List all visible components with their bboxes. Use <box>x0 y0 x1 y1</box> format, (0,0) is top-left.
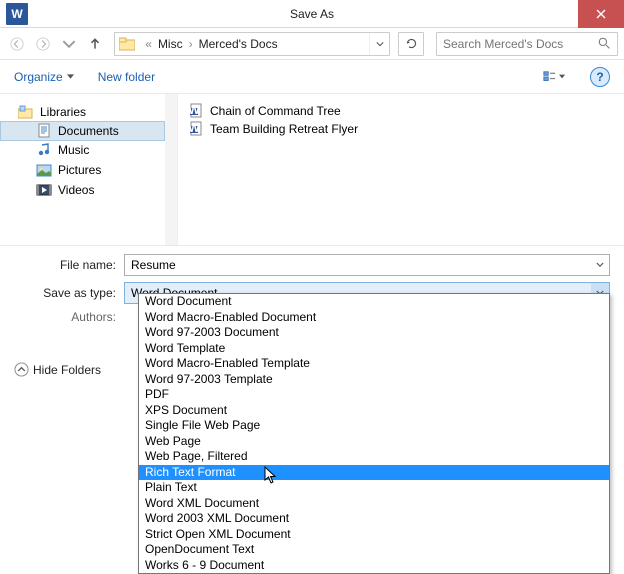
save-type-option[interactable]: Word Template <box>139 341 609 357</box>
pictures-icon <box>36 162 52 178</box>
back-button[interactable] <box>6 32 28 56</box>
save-type-option[interactable]: Word 97-2003 Document <box>139 325 609 341</box>
save-type-option[interactable]: Word 97-2003 Template <box>139 372 609 388</box>
music-icon <box>36 142 52 158</box>
organize-label: Organize <box>14 70 63 84</box>
chevron-right-icon: › <box>185 37 197 51</box>
view-icon <box>543 70 557 84</box>
chevron-down-icon <box>596 262 604 268</box>
file-name-field[interactable] <box>124 254 610 276</box>
tree-item-music[interactable]: Music <box>0 140 177 160</box>
save-type-option[interactable]: Works 6 - 9 Document <box>139 558 609 574</box>
breadcrumb-overflow[interactable]: « <box>141 37 156 51</box>
search-box[interactable] <box>436 32 618 56</box>
nav-scrollbar[interactable] <box>165 94 177 245</box>
word-doc-icon: W <box>188 121 204 137</box>
save-type-option[interactable]: Web Page, Filtered <box>139 449 609 465</box>
breadcrumb-path[interactable]: « Misc › Merced's Docs <box>139 37 369 51</box>
search-icon <box>598 37 611 50</box>
svg-text:W: W <box>189 103 200 117</box>
save-type-option[interactable]: Word 2003 XML Document <box>139 511 609 527</box>
navigation-pane: Libraries Documents Music Pictures Video… <box>0 94 178 245</box>
save-type-option[interactable]: Rich Text Format <box>139 465 609 481</box>
tree-label: Music <box>58 143 89 157</box>
save-type-option[interactable]: Single File Web Page <box>139 418 609 434</box>
tree-label: Libraries <box>40 105 86 119</box>
save-type-option[interactable]: Word XML Document <box>139 496 609 512</box>
libraries-icon <box>18 104 34 120</box>
tree-label: Pictures <box>58 163 101 177</box>
dropdown-triangle-icon <box>67 74 74 79</box>
tree-item-pictures[interactable]: Pictures <box>0 160 177 180</box>
forward-button[interactable] <box>32 32 54 56</box>
close-button[interactable] <box>578 0 624 28</box>
save-type-option[interactable]: Plain Text <box>139 480 609 496</box>
save-type-label: Save as type: <box>14 286 124 300</box>
chevron-down-icon <box>62 37 76 51</box>
file-list: W Chain of Command Tree W Team Building … <box>178 94 624 245</box>
tree-item-documents[interactable]: Documents <box>0 121 165 141</box>
refresh-button[interactable] <box>398 32 424 56</box>
breadcrumb-parent[interactable]: Misc <box>156 37 185 51</box>
save-type-option[interactable]: Word Macro-Enabled Template <box>139 356 609 372</box>
videos-icon <box>36 182 52 198</box>
arrow-up-icon <box>88 37 102 51</box>
titlebar: W Save As <box>0 0 624 28</box>
new-folder-button[interactable]: New folder <box>98 70 155 84</box>
arrow-right-icon <box>36 37 50 51</box>
word-app-icon: W <box>6 3 28 25</box>
search-input[interactable] <box>443 37 598 51</box>
folder-icon <box>117 34 137 54</box>
save-type-option[interactable]: XPS Document <box>139 403 609 419</box>
word-doc-icon: W <box>188 103 204 119</box>
breadcrumb-current[interactable]: Merced's Docs <box>197 37 280 51</box>
save-type-option[interactable]: PDF <box>139 387 609 403</box>
save-type-option[interactable]: Strict Open XML Document <box>139 527 609 543</box>
dropdown-triangle-icon <box>559 74 565 79</box>
arrow-left-icon <box>10 37 24 51</box>
view-options-button[interactable] <box>542 66 566 88</box>
save-type-option[interactable]: Word Macro-Enabled Document <box>139 310 609 326</box>
save-type-option[interactable]: Web Page <box>139 434 609 450</box>
refresh-icon <box>405 37 418 50</box>
tree-label: Videos <box>58 183 94 197</box>
file-name: Chain of Command Tree <box>210 104 341 118</box>
window-title: Save As <box>0 7 624 21</box>
recent-locations-button[interactable] <box>58 32 80 56</box>
chevron-up-circle-icon <box>14 362 29 377</box>
save-type-option[interactable]: OpenDocument Text <box>139 542 609 558</box>
toolbar: Organize New folder ? <box>0 60 624 94</box>
file-name: Team Building Retreat Flyer <box>210 122 358 136</box>
tree-label: Documents <box>58 124 119 138</box>
help-button[interactable]: ? <box>590 67 610 87</box>
hide-folders-label: Hide Folders <box>33 363 101 377</box>
tree-item-libraries[interactable]: Libraries <box>0 102 177 122</box>
file-item[interactable]: W Chain of Command Tree <box>188 102 614 120</box>
save-type-option[interactable]: Word Document <box>139 294 609 310</box>
chevron-down-icon <box>376 40 384 48</box>
up-button[interactable] <box>84 32 106 56</box>
authors-label: Authors: <box>14 310 124 324</box>
file-item[interactable]: W Team Building Retreat Flyer <box>188 120 614 138</box>
svg-text:W: W <box>189 121 200 135</box>
organize-menu[interactable]: Organize <box>14 70 74 84</box>
hide-folders-button[interactable]: Hide Folders <box>14 362 101 377</box>
document-icon <box>36 123 52 139</box>
file-name-dropdown[interactable] <box>591 255 609 275</box>
file-name-input[interactable] <box>125 258 591 272</box>
breadcrumb[interactable]: « Misc › Merced's Docs <box>114 32 390 56</box>
tree-item-videos[interactable]: Videos <box>0 180 177 200</box>
breadcrumb-dropdown[interactable] <box>369 33 389 55</box>
save-type-dropdown-list[interactable]: Word DocumentWord Macro-Enabled Document… <box>138 293 610 574</box>
file-name-label: File name: <box>14 258 124 272</box>
file-name-row: File name: <box>14 254 610 276</box>
close-icon <box>596 9 606 19</box>
address-bar: « Misc › Merced's Docs <box>0 28 624 60</box>
explorer-body: Libraries Documents Music Pictures Video… <box>0 94 624 246</box>
